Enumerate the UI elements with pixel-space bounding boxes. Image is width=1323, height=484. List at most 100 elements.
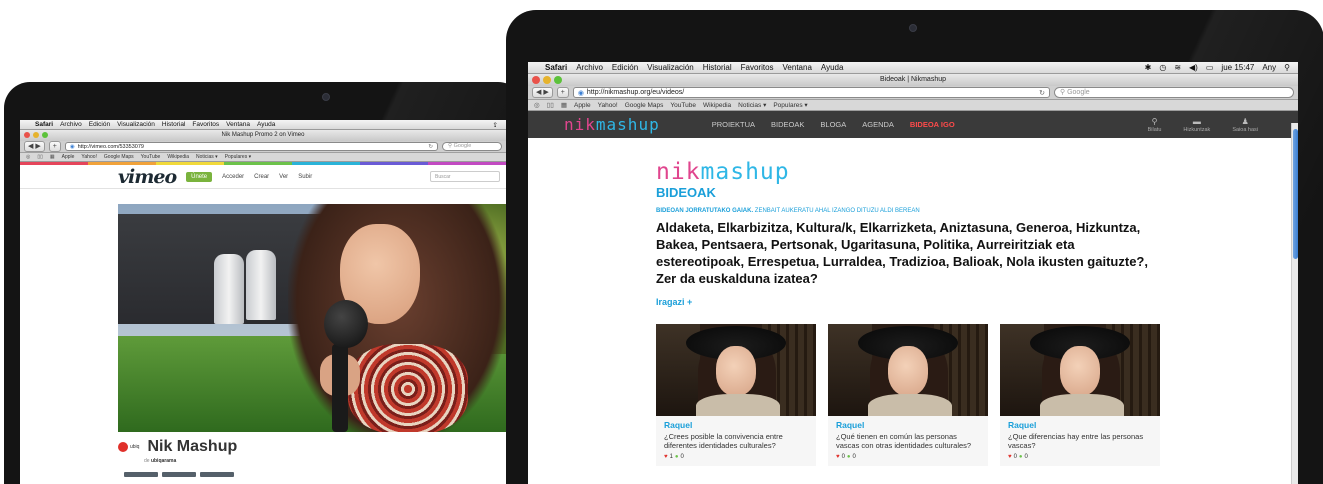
close-window-button[interactable] — [532, 76, 540, 84]
menu-archivo[interactable]: Archivo — [60, 121, 82, 128]
back-forward-button[interactable]: ◀ ▶ — [24, 141, 45, 152]
byline-user-link[interactable]: ubiqarama — [151, 458, 176, 464]
login-nav-button[interactable]: ♟ Saioa hasi — [1232, 117, 1258, 133]
grid-icon[interactable]: ▦ — [561, 101, 567, 109]
grid-icon[interactable]: ▦ — [50, 154, 55, 160]
scrollbar-thumb[interactable] — [1293, 129, 1298, 259]
book-icon[interactable]: ▯▯ — [547, 101, 554, 109]
heart-icon[interactable]: ♥ — [1008, 454, 1012, 460]
video-action-button[interactable] — [162, 472, 196, 477]
filter-toggle[interactable]: Iragazi + — [656, 297, 1176, 307]
menu-historial[interactable]: Historial — [162, 121, 185, 128]
bookmark-wikipedia[interactable]: Wikipedia — [703, 102, 731, 109]
reading-list-icon[interactable]: ◎ — [534, 101, 540, 109]
card-question[interactable]: ¿Crees posible la convivencia entre dife… — [664, 432, 808, 450]
nav-subir[interactable]: Subir — [298, 174, 312, 180]
add-bookmark-button[interactable]: + — [48, 141, 61, 152]
video-action-button[interactable] — [124, 472, 158, 477]
card-author[interactable]: Raquel — [836, 420, 980, 430]
topics-list[interactable]: Aldaketa, Elkarbizitza, Kultura/k, Elkar… — [656, 219, 1156, 287]
battery-icon[interactable]: ▭ — [1206, 63, 1214, 72]
nav-agenda[interactable]: AGENDA — [862, 120, 894, 129]
nav-ver[interactable]: Ver — [279, 174, 288, 180]
nav-crear[interactable]: Crear — [254, 174, 269, 180]
vimeo-search-input[interactable]: Buscar — [430, 171, 500, 182]
search-nav-button[interactable]: ⚲ Bilatu — [1148, 117, 1162, 133]
bookmark-yahoo[interactable]: Yahoo! — [81, 154, 96, 160]
book-icon[interactable]: ▯▯ — [37, 154, 43, 160]
card-question[interactable]: ¿Qué tienen en común las personas vascas… — [836, 432, 980, 450]
heart-icon[interactable]: ♥ — [664, 454, 668, 460]
menu-visualizacion[interactable]: Visualización — [647, 63, 694, 72]
languages-nav-button[interactable]: ▬ Hizkuntzak — [1183, 117, 1210, 133]
video-action-button[interactable] — [200, 472, 234, 477]
bluetooth-icon[interactable]: ✱ — [1145, 63, 1152, 72]
menu-ayuda[interactable]: Ayuda — [257, 121, 275, 128]
video-player[interactable] — [118, 204, 506, 432]
bookmark-apple[interactable]: Apple — [574, 102, 591, 109]
nav-bideoak[interactable]: BIDEOAK — [771, 120, 804, 129]
close-window-button[interactable] — [24, 132, 30, 138]
comment-icon[interactable]: ● — [1019, 454, 1023, 460]
menu-historial[interactable]: Historial — [703, 63, 732, 72]
time-machine-icon[interactable]: ◷ — [1159, 63, 1166, 72]
zoom-window-button[interactable] — [554, 76, 562, 84]
spotlight-icon[interactable]: ⚲ — [1284, 63, 1290, 72]
reading-list-icon[interactable]: ◎ — [26, 154, 30, 160]
menu-visualizacion[interactable]: Visualización — [117, 121, 155, 128]
join-button[interactable]: Únete — [186, 171, 213, 182]
bookmark-populares[interactable]: Populares ▾ — [773, 101, 807, 109]
bookmark-noticias[interactable]: Noticias ▾ — [196, 154, 218, 160]
add-bookmark-button[interactable]: + — [556, 87, 569, 98]
site-logo[interactable]: nikmashup — [564, 115, 660, 134]
heart-icon[interactable]: ♥ — [836, 454, 840, 460]
video-card[interactable]: Raquel ¿Crees posible la convivencia ent… — [656, 324, 816, 466]
reload-icon[interactable]: ↻ — [428, 144, 433, 150]
browser-search-field[interactable]: ⚲ Google — [1054, 87, 1294, 98]
menu-edicion[interactable]: Edición — [89, 121, 110, 128]
video-thumbnail[interactable] — [656, 324, 816, 416]
wifi-icon[interactable]: ≋ — [1174, 63, 1181, 72]
back-forward-button[interactable]: ◀ ▶ — [532, 87, 553, 98]
nav-bloga[interactable]: BLOGA — [820, 120, 846, 129]
address-bar[interactable]: ◉ http://nikmashup.org/eu/videos/ ↻ — [572, 87, 1050, 98]
browser-search-field[interactable]: ⚲ Google — [442, 142, 502, 151]
menubar-clock[interactable]: jue 15:47 — [1221, 63, 1254, 72]
nav-acceder[interactable]: Acceder — [222, 174, 244, 180]
menu-app[interactable]: Safari — [35, 121, 53, 128]
reload-icon[interactable]: ↻ — [1039, 89, 1045, 97]
bookmark-noticias[interactable]: Noticias ▾ — [738, 101, 766, 109]
address-bar[interactable]: ◉ http://vimeo.com/53353079 ↻ — [64, 142, 438, 151]
card-author[interactable]: Raquel — [1008, 420, 1152, 430]
video-card[interactable]: Raquel ¿Qué tienen en común las personas… — [828, 324, 988, 466]
vertical-scrollbar[interactable] — [1291, 123, 1298, 484]
menu-favoritos[interactable]: Favoritos — [741, 63, 774, 72]
bookmark-apple[interactable]: Apple — [62, 154, 75, 160]
volume-icon[interactable]: ◀) — [1189, 63, 1198, 72]
menu-edicion[interactable]: Edición — [612, 63, 638, 72]
nav-proiektua[interactable]: PROIEKTUA — [712, 120, 755, 129]
video-card[interactable]: Raquel ¿Que diferencias hay entre las pe… — [1000, 324, 1160, 466]
comment-icon[interactable]: ● — [675, 454, 679, 460]
menu-app[interactable]: Safari — [545, 63, 567, 72]
card-author[interactable]: Raquel — [664, 420, 808, 430]
menu-ventana[interactable]: Ventana — [783, 63, 812, 72]
menu-favoritos[interactable]: Favoritos — [192, 121, 219, 128]
menubar-user[interactable]: Any — [1262, 63, 1276, 72]
video-thumbnail[interactable] — [1000, 324, 1160, 416]
bookmark-wikipedia[interactable]: Wikipedia — [167, 154, 189, 160]
minimize-window-button[interactable] — [543, 76, 551, 84]
comment-icon[interactable]: ● — [847, 454, 851, 460]
menu-archivo[interactable]: Archivo — [576, 63, 603, 72]
bookmark-google-maps[interactable]: Google Maps — [625, 102, 664, 109]
zoom-window-button[interactable] — [42, 132, 48, 138]
bookmark-youtube[interactable]: YouTube — [141, 154, 161, 160]
menu-ayuda[interactable]: Ayuda — [821, 63, 844, 72]
minimize-window-button[interactable] — [33, 132, 39, 138]
card-question[interactable]: ¿Que diferencias hay entre las personas … — [1008, 432, 1152, 450]
video-thumbnail[interactable] — [828, 324, 988, 416]
bookmark-youtube[interactable]: YouTube — [670, 102, 696, 109]
bookmark-google-maps[interactable]: Google Maps — [104, 154, 134, 160]
vimeo-logo[interactable]: vimeo — [118, 166, 177, 188]
nav-bideoa-igo[interactable]: BIDEOA IGO — [910, 120, 955, 129]
